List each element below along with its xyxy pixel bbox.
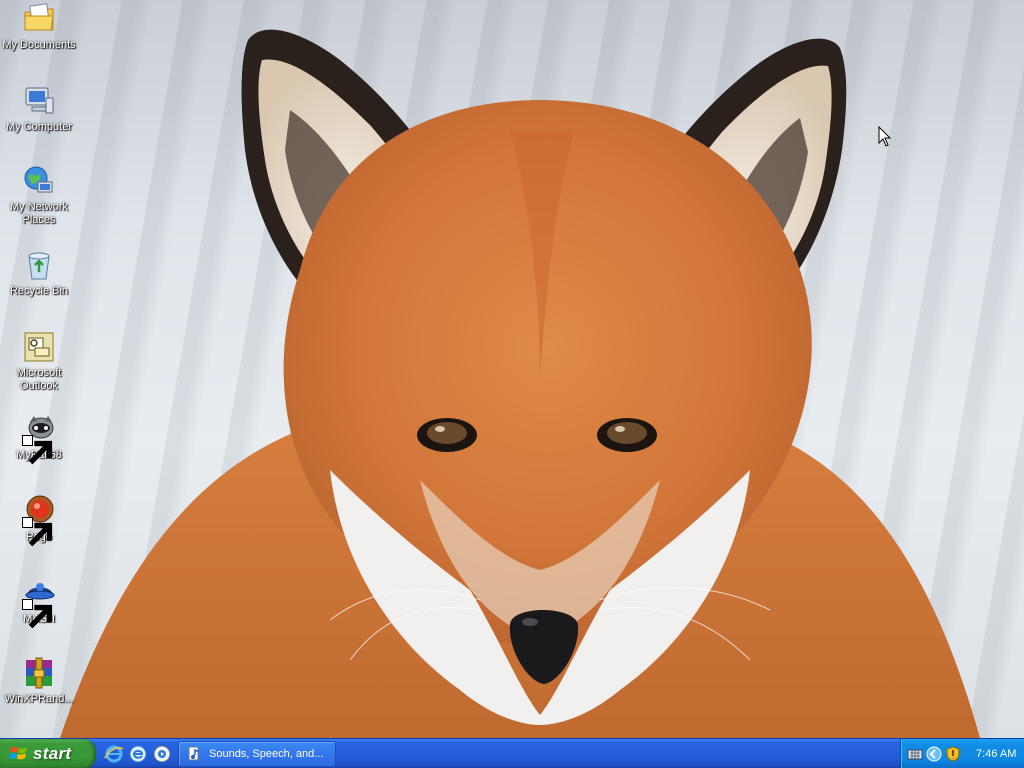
my-documents-folder-icon [22,2,56,36]
pego-icon [22,494,56,547]
desktop-icon-mypal[interactable]: MyPal 68 [2,412,76,465]
outlook-icon [22,330,56,364]
desktop-icon-recycle-bin[interactable]: Recycle Bin [2,248,76,298]
ie-alternate-icon[interactable] [128,744,148,764]
system-tray: 7:46 AM [900,739,1024,768]
quick-launch-bar [104,742,172,766]
desktop-icon-my-computer[interactable]: My Computer [2,84,76,134]
shortcut-arrow-icon [22,517,53,547]
desktop-icon-label: My Computer [5,121,73,133]
desktop-icon-label: Microsoft Outlook [16,367,62,392]
windows-flag-icon [9,746,27,760]
shortcut-arrow-icon [22,435,53,465]
desktop-icon-label: My Documents [2,39,76,51]
mouse-cursor-icon [878,126,892,147]
desktop-icon-my-documents[interactable]: My Documents [2,2,76,52]
taskbar-button-label: Sounds, Speech, and... [209,748,324,760]
desktop-icon-mash[interactable]: MASH [2,576,76,629]
sounds-speech-icon [188,746,200,761]
desktop-icon-label: WinXPRand... [4,693,74,705]
wallpaper-fox-image [60,29,980,738]
desktop-icon-label: My Network Places [9,201,69,226]
desktop-icon-pego[interactable]: Pego [2,494,76,547]
start-label: start [33,744,72,763]
desktop-icon-label: Recycle Bin [9,285,69,297]
winrar-icon [22,656,56,690]
security-shield-icon[interactable] [945,746,961,762]
mypal-icon [22,412,56,465]
keyboard-icon[interactable] [907,746,923,762]
network-places-icon [22,164,56,198]
desktop-icon-winxprand[interactable]: WinXPRand... [2,656,76,706]
desktop-icon-network-places[interactable]: My Network Places [2,164,76,227]
shortcut-arrow-icon [22,599,53,629]
desktop[interactable]: My Documents My Computer My Network Plac… [0,0,1024,738]
media-player-icon[interactable] [152,744,172,764]
recycle-bin-icon [22,248,56,282]
desktop-icon-microsoft-outlook[interactable]: Microsoft Outlook [2,330,76,393]
taskbar-button-sounds-speech[interactable]: Sounds, Speech, and... [178,741,336,767]
my-computer-icon [22,84,56,118]
start-button[interactable]: start [0,739,96,768]
taskbar: start Sounds, Speech, and... 7:46 AM [0,738,1024,768]
internet-explorer-icon[interactable] [104,744,124,764]
mash-icon [22,576,56,629]
tray-expand-icon[interactable] [926,746,942,762]
taskbar-clock[interactable]: 7:46 AM [976,748,1016,760]
